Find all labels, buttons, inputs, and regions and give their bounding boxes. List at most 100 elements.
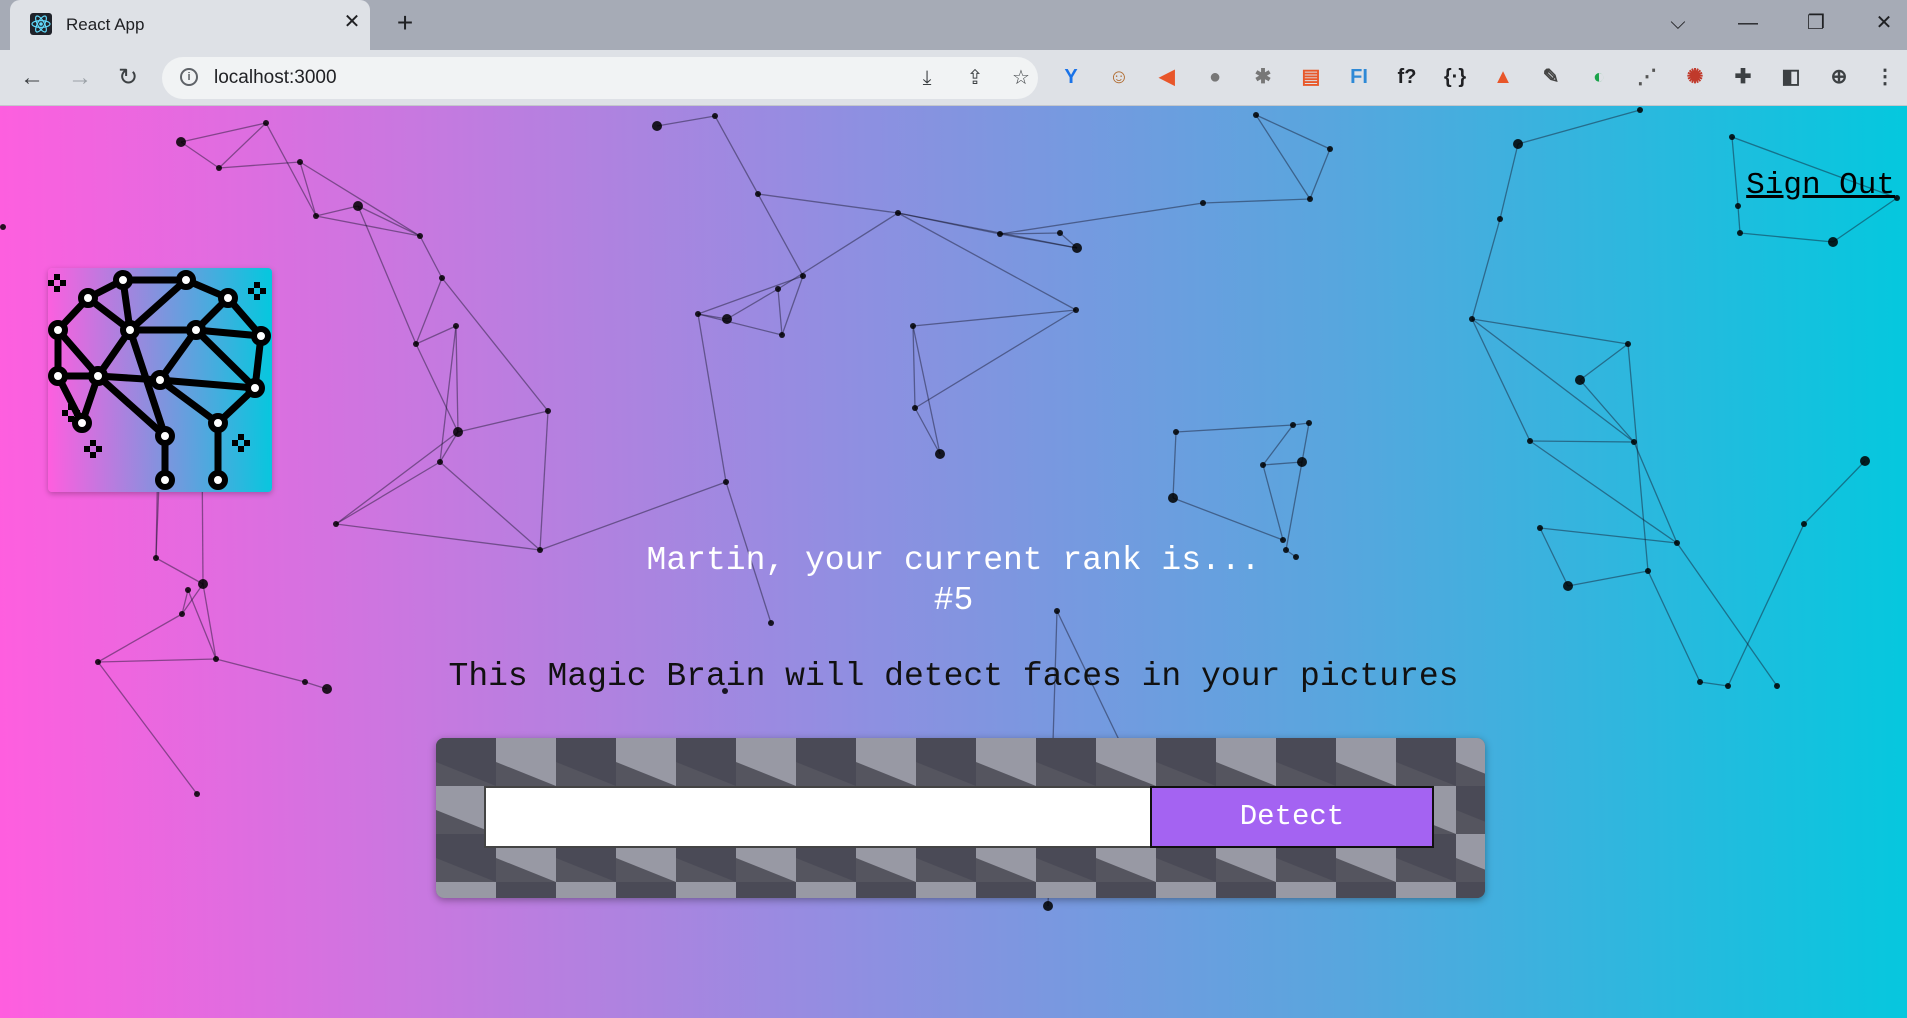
ext-megaphone-icon[interactable]: ◀ — [1154, 64, 1180, 90]
network-edge — [1172, 431, 1177, 499]
network-node — [194, 791, 200, 797]
network-node — [1297, 457, 1307, 467]
new-tab-button[interactable]: + — [392, 9, 418, 37]
network-node — [216, 165, 222, 171]
image-url-input[interactable] — [484, 786, 1152, 848]
network-edge — [1803, 460, 1866, 525]
network-node — [413, 341, 419, 347]
network-edge — [914, 407, 941, 455]
ext-face-icon[interactable]: ☺ — [1106, 64, 1132, 90]
network-edge — [1202, 198, 1311, 204]
detect-button[interactable]: Detect — [1150, 786, 1434, 848]
network-edge — [1737, 205, 1741, 234]
network-node — [439, 275, 445, 281]
reload-button[interactable]: ↻ — [114, 64, 142, 92]
menu-icon[interactable]: ⋮ — [1872, 64, 1898, 90]
tab-search-icon[interactable]: ⌵ — [1658, 8, 1698, 38]
pattern-tile — [1396, 882, 1456, 898]
network-edge — [439, 325, 457, 463]
ext-dots-icon[interactable]: ⋰ — [1634, 64, 1660, 90]
network-node — [1043, 901, 1053, 911]
tab-strip: React App ✕ + ⌵ — ❐ ✕ — [0, 0, 1907, 50]
network-node — [453, 427, 463, 437]
network-node — [1631, 439, 1637, 445]
network-node — [1327, 146, 1333, 152]
network-node — [1537, 525, 1543, 531]
network-edge — [1579, 379, 1635, 443]
site-info-icon[interactable]: i — [180, 68, 198, 86]
network-node — [417, 233, 423, 239]
network-edge — [1739, 232, 1834, 243]
network-edge — [912, 325, 916, 409]
ext-y-icon[interactable]: Y — [1058, 64, 1084, 90]
network-edge — [265, 122, 317, 217]
ext-json-icon[interactable]: {·} — [1442, 64, 1468, 90]
forward-button[interactable]: → — [66, 64, 94, 92]
install-app-icon[interactable]: ⤓ — [914, 65, 940, 91]
ext-font-icon[interactable]: f? — [1394, 64, 1420, 90]
network-node — [1513, 139, 1523, 149]
address-bar[interactable]: i localhost:3000 ⤓ ⇪ ☆ — [162, 57, 1038, 99]
side-panel-icon[interactable]: ◧ — [1778, 64, 1804, 90]
network-edge — [1539, 527, 1678, 544]
network-node — [1200, 200, 1206, 206]
ext-calendar-icon[interactable]: ▤ — [1298, 64, 1324, 90]
network-edge — [180, 141, 220, 169]
network-node — [712, 113, 718, 119]
pattern-tile — [1456, 882, 1485, 898]
network-edge — [457, 410, 549, 433]
tab-title: React App — [66, 15, 145, 34]
network-edge — [97, 613, 183, 663]
network-node — [1801, 521, 1807, 527]
network-node — [910, 323, 916, 329]
close-window-button[interactable]: ✕ — [1864, 8, 1904, 38]
ext-bug-icon[interactable]: ✱ — [1250, 64, 1276, 90]
network-node — [453, 323, 459, 329]
network-node — [353, 201, 363, 211]
network-edge — [697, 313, 727, 483]
network-node — [297, 159, 303, 165]
ext-eyedropper-icon[interactable]: ✎ — [1538, 64, 1564, 90]
tab-react-app[interactable]: React App ✕ — [10, 0, 370, 50]
network-node — [1306, 420, 1312, 426]
pattern-tile — [976, 882, 1036, 898]
network-node — [912, 405, 918, 411]
network-edge — [757, 193, 899, 214]
network-edge — [726, 288, 779, 320]
ext-puzzle-red-icon[interactable]: ✺ — [1682, 64, 1708, 90]
minimize-button[interactable]: — — [1728, 8, 1768, 38]
network-edge — [1471, 218, 1501, 320]
network-edge — [180, 122, 267, 143]
network-node — [1575, 375, 1585, 385]
sign-out-link[interactable]: Sign Out — [1746, 168, 1895, 203]
network-node — [695, 311, 701, 317]
url-text[interactable]: localhost:3000 — [214, 67, 337, 89]
ext-color-icon[interactable]: ◐ — [1586, 64, 1612, 90]
ext-tomato-icon[interactable]: ● — [1202, 64, 1228, 90]
extensions-icon[interactable]: ✚ — [1730, 64, 1756, 90]
network-node — [755, 191, 761, 197]
bookmark-star-icon[interactable]: ☆ — [1008, 65, 1034, 91]
network-node — [1173, 429, 1179, 435]
ext-lighthouse-icon[interactable]: ▲ — [1490, 64, 1516, 90]
network-edge — [441, 277, 549, 412]
network-node — [1290, 422, 1296, 428]
network-edge — [1471, 318, 1629, 345]
profile-icon[interactable]: ⊕ — [1826, 64, 1852, 90]
network-node — [1637, 107, 1643, 113]
restore-button[interactable]: ❐ — [1796, 8, 1836, 38]
network-node — [1260, 462, 1266, 468]
network-edge — [1731, 136, 1739, 207]
network-edge — [315, 205, 359, 217]
pattern-tile — [1036, 882, 1096, 898]
back-button[interactable]: ← — [18, 64, 46, 92]
pattern-tile — [796, 882, 856, 898]
share-icon[interactable]: ⇪ — [962, 65, 988, 91]
network-edge — [1579, 343, 1629, 381]
pattern-tile — [1336, 882, 1396, 898]
ext-fi-icon[interactable]: FI — [1346, 64, 1372, 90]
tab-close-icon[interactable]: ✕ — [340, 10, 364, 34]
pattern-tile — [1156, 882, 1216, 898]
network-node — [775, 286, 781, 292]
brain-logo[interactable] — [48, 268, 272, 492]
